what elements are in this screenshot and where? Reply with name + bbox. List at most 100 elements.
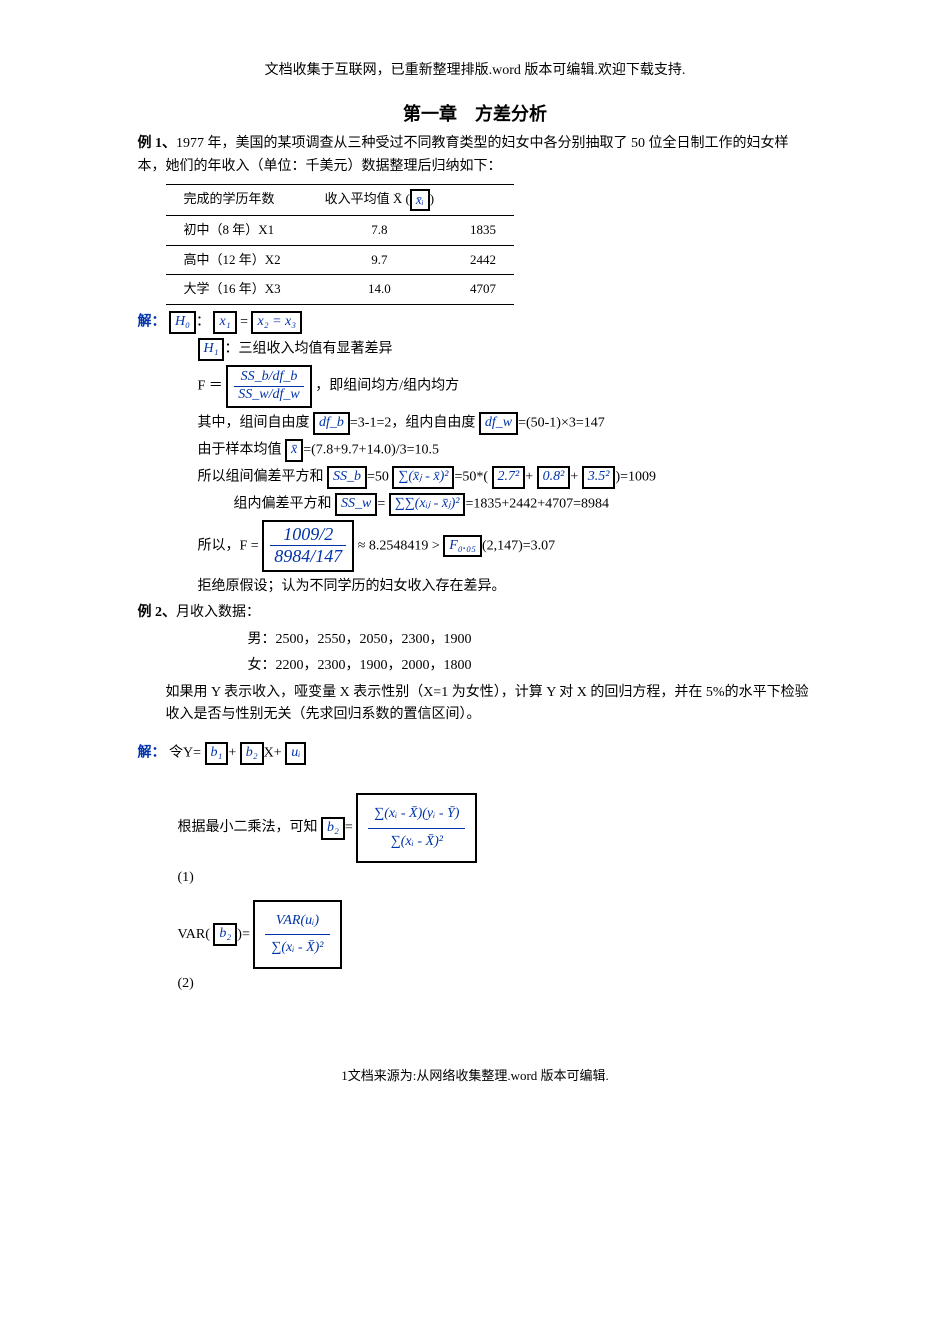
cell: 2442	[452, 245, 514, 275]
fval-num: 1009/2	[270, 524, 346, 547]
f-value-box: 1009/2 8984/147	[262, 520, 354, 572]
male-data: 男：2500，2550，2050，2300，1900	[248, 629, 813, 651]
var-den: ∑(xᵢ - X̄)²	[265, 935, 329, 961]
ssb-text-c: =50*(	[454, 469, 488, 484]
sq2-box: 0.8²	[537, 466, 571, 489]
sample-mean-line: 由于样本均值 x̄=(7.8+9.7+14.0)/3=10.5	[198, 439, 813, 462]
data-table: 完成的学历年数 收入平均值 X̄ (x̄ᵢ) 初中（8 年）X1 7.8 183…	[166, 184, 515, 305]
mean-text-b: =(7.8+9.7+14.0)/3=10.5	[303, 442, 439, 457]
mean-text-a: 由于样本均值	[198, 442, 282, 457]
ssb-line: 所以组间偏差平方和 SS_b=50 ∑(x̄ⱼ - x̄)²=50*( 2.7²…	[198, 466, 813, 489]
f-ratio-box: SS_b/df_b SS_w/df_w	[226, 365, 311, 408]
xi-bar-symbol: x̄ᵢ	[410, 189, 430, 211]
f-equals: F ＝	[198, 379, 227, 394]
f-result-line: 所以，F = 1009/2 8984/147 ≈ 8.2548419 > F₀.…	[198, 520, 813, 572]
h1-text: ：三组收入均值有显著差异	[224, 342, 392, 357]
sq3-box: 3.5²	[582, 466, 616, 489]
example-1-prompt: 例 1、1977 年，美国的某项调查从三种受过不同教育类型的妇女中各分别抽取了 …	[138, 133, 813, 178]
example-1-label: 例 1、	[138, 136, 177, 151]
ols-formula-box: ∑(xᵢ - X̄)(yᵢ - Ȳ) ∑(xᵢ - X̄)²	[356, 793, 477, 863]
solution-label: 解：	[138, 315, 166, 330]
ols-den: ∑(xᵢ - X̄)²	[368, 829, 465, 855]
ols-eq: =	[345, 821, 353, 836]
cell: 1835	[452, 215, 514, 245]
footer-note: 1文档来源为:从网络收集整理.word 版本可编辑.	[138, 1066, 813, 1087]
ssw-eq: =	[377, 496, 385, 511]
ols-text: 根据最小二乘法，可知	[178, 821, 318, 836]
h1-box: H₁	[198, 338, 225, 361]
ols-line: 根据最小二乘法，可知 b₂= ∑(xᵢ - X̄)(yᵢ - Ȳ) ∑(xᵢ -…	[178, 793, 813, 863]
colon: ：	[196, 315, 210, 330]
cell: 14.0	[307, 275, 452, 305]
cell: 4707	[452, 275, 514, 305]
equals: =	[240, 315, 251, 330]
example-1-text: 1977 年，美国的某项调查从三种受过不同教育类型的妇女中各分别抽取了 50 位…	[138, 136, 789, 173]
plus-1: +	[228, 746, 236, 761]
x1-box: x₁	[213, 311, 236, 334]
ssw-result: =1835+2442+4707=8984	[465, 496, 609, 511]
f-approx: ≈ 8.2548419 >	[358, 538, 444, 553]
f-den: SS_w/df_w	[234, 387, 303, 404]
b1-box: b₁	[205, 742, 229, 765]
cell: 9.7	[307, 245, 452, 275]
ols-num: ∑(xᵢ - X̄)(yᵢ - Ȳ)	[368, 801, 465, 828]
f-formula-line: F ＝ SS_b/df_b SS_w/df_w ，即组间均方/组内均方	[198, 365, 813, 408]
ssb-result: )=1009	[615, 469, 656, 484]
df-line: 其中，组间自由度 df_b=3-1=2，组内自由度 df_w=(50-1)×3=…	[198, 412, 813, 435]
f-num: SS_b/df_b	[234, 369, 303, 387]
let-y: 令Y=	[169, 746, 201, 761]
table-row: 初中（8 年）X1 7.8 1835	[166, 215, 515, 245]
chapter-title: 第一章 方差分析	[138, 100, 813, 129]
double-sum-box: ∑∑(xᵢⱼ - x̄ⱼ)²	[389, 493, 466, 516]
conclusion-line: 拒绝原假设；认为不同学历的妇女收入存在差异。	[198, 576, 813, 598]
solution-2-label: 解：	[138, 746, 166, 761]
h0-box: H₀	[169, 311, 196, 334]
ssw-line: 组内偏差平方和 SS_w= ∑∑(xᵢⱼ - x̄ⱼ)²=1835+2442+4…	[234, 493, 813, 516]
var-num: VAR(uᵢ)	[265, 908, 329, 935]
cell: 初中（8 年）X1	[166, 215, 307, 245]
f-crit: (2,147)=3.07	[482, 538, 555, 553]
example-2-header: 例 2、月收入数据：	[138, 602, 813, 624]
df-text-a: 其中，组间自由度	[198, 415, 310, 430]
table-header-empty	[452, 184, 514, 215]
table-header-years: 完成的学历年数	[166, 184, 307, 215]
plus1: +	[525, 469, 533, 484]
cell: 高中（12 年）X2	[166, 245, 307, 275]
example-2-title: 月收入数据：	[176, 605, 260, 620]
b2-box-3: b₂	[213, 923, 237, 946]
female-data: 女：2200，2300，1900，2000，1800	[248, 655, 813, 677]
f-description: ，即组间均方/组内均方	[315, 379, 459, 394]
f-result-a: 所以，F =	[198, 538, 259, 553]
f005-box: F₀.₀₅	[443, 535, 482, 558]
header-note: 文档收集于互联网，已重新整理排版.word 版本可编辑.欢迎下载支持.	[138, 60, 813, 82]
var-close-eq: )=	[237, 927, 250, 942]
sq1-box: 2.7²	[492, 466, 526, 489]
ssb-box: SS_b	[327, 466, 367, 489]
cell: 大学（16 年）X3	[166, 275, 307, 305]
ssb-eq50: =50	[367, 469, 389, 484]
df-text-c: =(50-1)×3=147	[518, 415, 605, 430]
table-header-mean: 收入平均值 X̄ (x̄ᵢ)	[307, 184, 452, 215]
sum-sq-box: ∑(x̄ⱼ - x̄)²	[392, 466, 454, 489]
var-formula-box: VAR(uᵢ) ∑(xᵢ - X̄)²	[253, 900, 341, 970]
df-text-b: =3-1=2，组内自由度	[350, 415, 475, 430]
table-row: 高中（12 年）X2 9.7 2442	[166, 245, 515, 275]
fval-den: 8984/147	[270, 546, 346, 568]
dfw-box: df_w	[479, 412, 518, 435]
x2x3-box: x₂ = x₃	[251, 311, 302, 334]
cell: 7.8	[307, 215, 452, 245]
example-2-label: 例 2、	[138, 605, 177, 620]
table-row: 大学（16 年）X3 14.0 4707	[166, 275, 515, 305]
mean-label-suffix: )	[430, 191, 434, 206]
page: 文档收集于互联网，已重新整理排版.word 版本可编辑.欢迎下载支持. 第一章 …	[68, 0, 878, 1137]
ssw-box: SS_w	[335, 493, 377, 516]
b2-box: b₂	[240, 742, 264, 765]
dfb-box: df_b	[313, 412, 350, 435]
h1-line: H₁：三组收入均值有显著差异	[198, 338, 813, 361]
mark-1: (1)	[178, 867, 813, 889]
var-line: VAR( b₂)= VAR(uᵢ) ∑(xᵢ - X̄)²	[178, 900, 813, 970]
x-plus: X+	[264, 746, 282, 761]
var-open: VAR(	[178, 927, 210, 942]
plus2: +	[570, 469, 578, 484]
mark-2: (2)	[178, 973, 813, 995]
